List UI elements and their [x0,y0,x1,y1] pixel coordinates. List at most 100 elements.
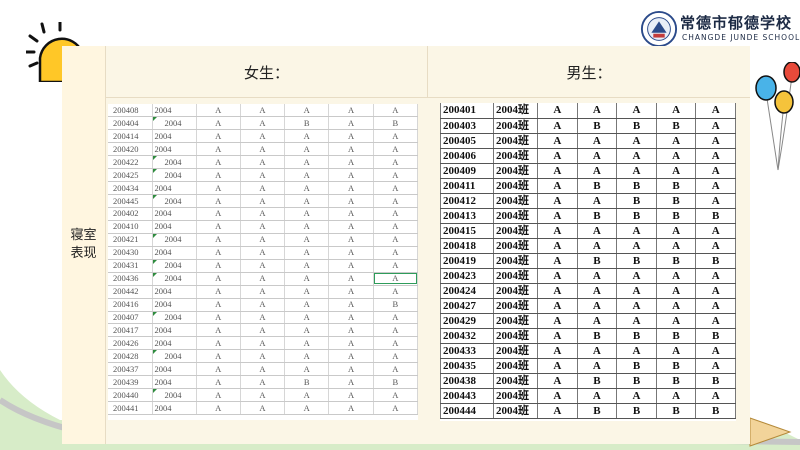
grade-cell: A [240,246,286,260]
grade-cell: B [577,208,618,224]
class-cell: 2004班 [493,313,538,329]
grade-cell: A [373,323,419,338]
grade-cell: A [196,155,241,170]
grade-cell: A [328,104,374,118]
grade-cell: A [373,168,419,183]
grade-cell: A [537,148,578,164]
grade-cell: B [616,358,657,374]
grade-cell: A [328,142,374,157]
grade-cell: A [284,168,330,183]
grade-cell: A [373,142,419,157]
grade-cell: B [577,118,618,134]
table-row: 200425 2004 A A A A A [108,168,419,183]
table-row: 200403 2004班 A B B B A [440,118,736,134]
table-row: 200435 2004班 A A B B A [440,358,736,374]
student-id-cell: 200423 [440,268,494,284]
student-id-cell: 200445 [108,194,153,208]
grade-cell: A [284,233,330,247]
grade-cell: A [328,323,374,338]
class-cell: 2004 [152,220,197,234]
grade-cell: A [284,104,330,118]
grade-cell: A [537,313,578,329]
grade-cell: A [284,142,330,157]
table-row: 200431 2004 A A A A A [108,259,419,273]
student-id-cell: 200430 [108,246,153,260]
grade-cell: A [616,268,657,284]
table-row: 200413 2004班 A B B B B [440,208,736,224]
grade-cell: B [656,358,697,374]
grade-cell: A [328,207,374,221]
grade-cell: A [616,148,657,164]
grade-cell: A [616,298,657,314]
grade-cell: A [656,298,697,314]
grade-cell: A [695,163,736,179]
student-id-cell: 200415 [440,223,494,239]
grade-cell: A [695,343,736,359]
class-cell: 2004班 [493,148,538,164]
grade-cell: A [328,272,374,286]
grade-cell: A [328,246,374,260]
grade-cell: A [537,328,578,344]
table-row: 200420 2004 A A A A A [108,142,419,157]
grade-cell: A [577,358,618,374]
grade-cell: A [328,362,374,377]
student-id-cell: 200417 [108,323,153,338]
table-row: 200443 2004班 A A A A A [440,388,736,404]
grade-cell: A [284,362,330,377]
grade-cell: A [656,268,697,284]
student-id-cell: 200424 [440,283,494,299]
student-id-cell: 200409 [440,163,494,179]
male-header: 男生： [566,63,612,82]
table-row: 200442 2004 A A A A A [108,285,419,299]
grade-cell: A [695,193,736,209]
grade-cell: B [616,193,657,209]
grade-cell: A [284,401,330,415]
student-id-cell: 200443 [440,388,494,404]
grade-cell: B [373,298,419,312]
student-id-cell: 200425 [108,168,153,183]
grade-cell: B [577,178,618,194]
table-row: 200430 2004 A A A A A [108,246,419,260]
grade-cell: B [656,193,697,209]
class-cell: 2004班 [493,388,538,404]
grade-cell: B [695,403,736,419]
grade-cell: A [240,233,286,247]
grade-cell: A [695,223,736,239]
table-row: 200411 2004班 A B B B A [440,178,736,194]
class-cell: 2004 [152,155,197,170]
grade-cell: A [537,253,578,269]
grade-cell: B [656,253,697,269]
student-id-cell: 200434 [108,181,153,196]
grade-cell: A [373,129,419,144]
grade-cell: A [656,343,697,359]
grade-cell: A [196,129,241,144]
grade-cell: A [284,349,330,364]
grade-cell: A [196,246,241,260]
grade-cell: A [240,194,286,208]
table-row: 200424 2004班 A A A A A [440,283,736,299]
grade-cell: A [616,103,657,119]
grade-cell: A [695,133,736,149]
grade-cell: A [577,223,618,239]
grade-cell: A [373,207,419,221]
class-cell: 2004 [152,375,197,390]
table-row: 200419 2004班 A B B B B [440,253,736,269]
grade-cell: A [240,155,286,170]
grade-cell: A [328,116,374,131]
grade-cell: A [284,298,330,312]
grade-cell: A [577,103,618,119]
table-row: 200437 2004 A A A A A [108,362,419,377]
grade-cell: A [196,142,241,157]
student-id-cell: 200401 [440,103,494,119]
row-label: 寝室表现 [70,228,97,261]
grade-cell: A [196,104,241,118]
table-row: 200404 2004 A A B A B [108,116,419,131]
grade-cell: B [656,208,697,224]
grade-cell: A [373,336,419,351]
grade-cell: A [196,375,241,390]
grade-cell: A [240,207,286,221]
grade-cell: A [196,388,241,403]
class-cell: 2004 [152,349,197,364]
grade-cell: A [616,163,657,179]
grade-cell: A [616,388,657,404]
